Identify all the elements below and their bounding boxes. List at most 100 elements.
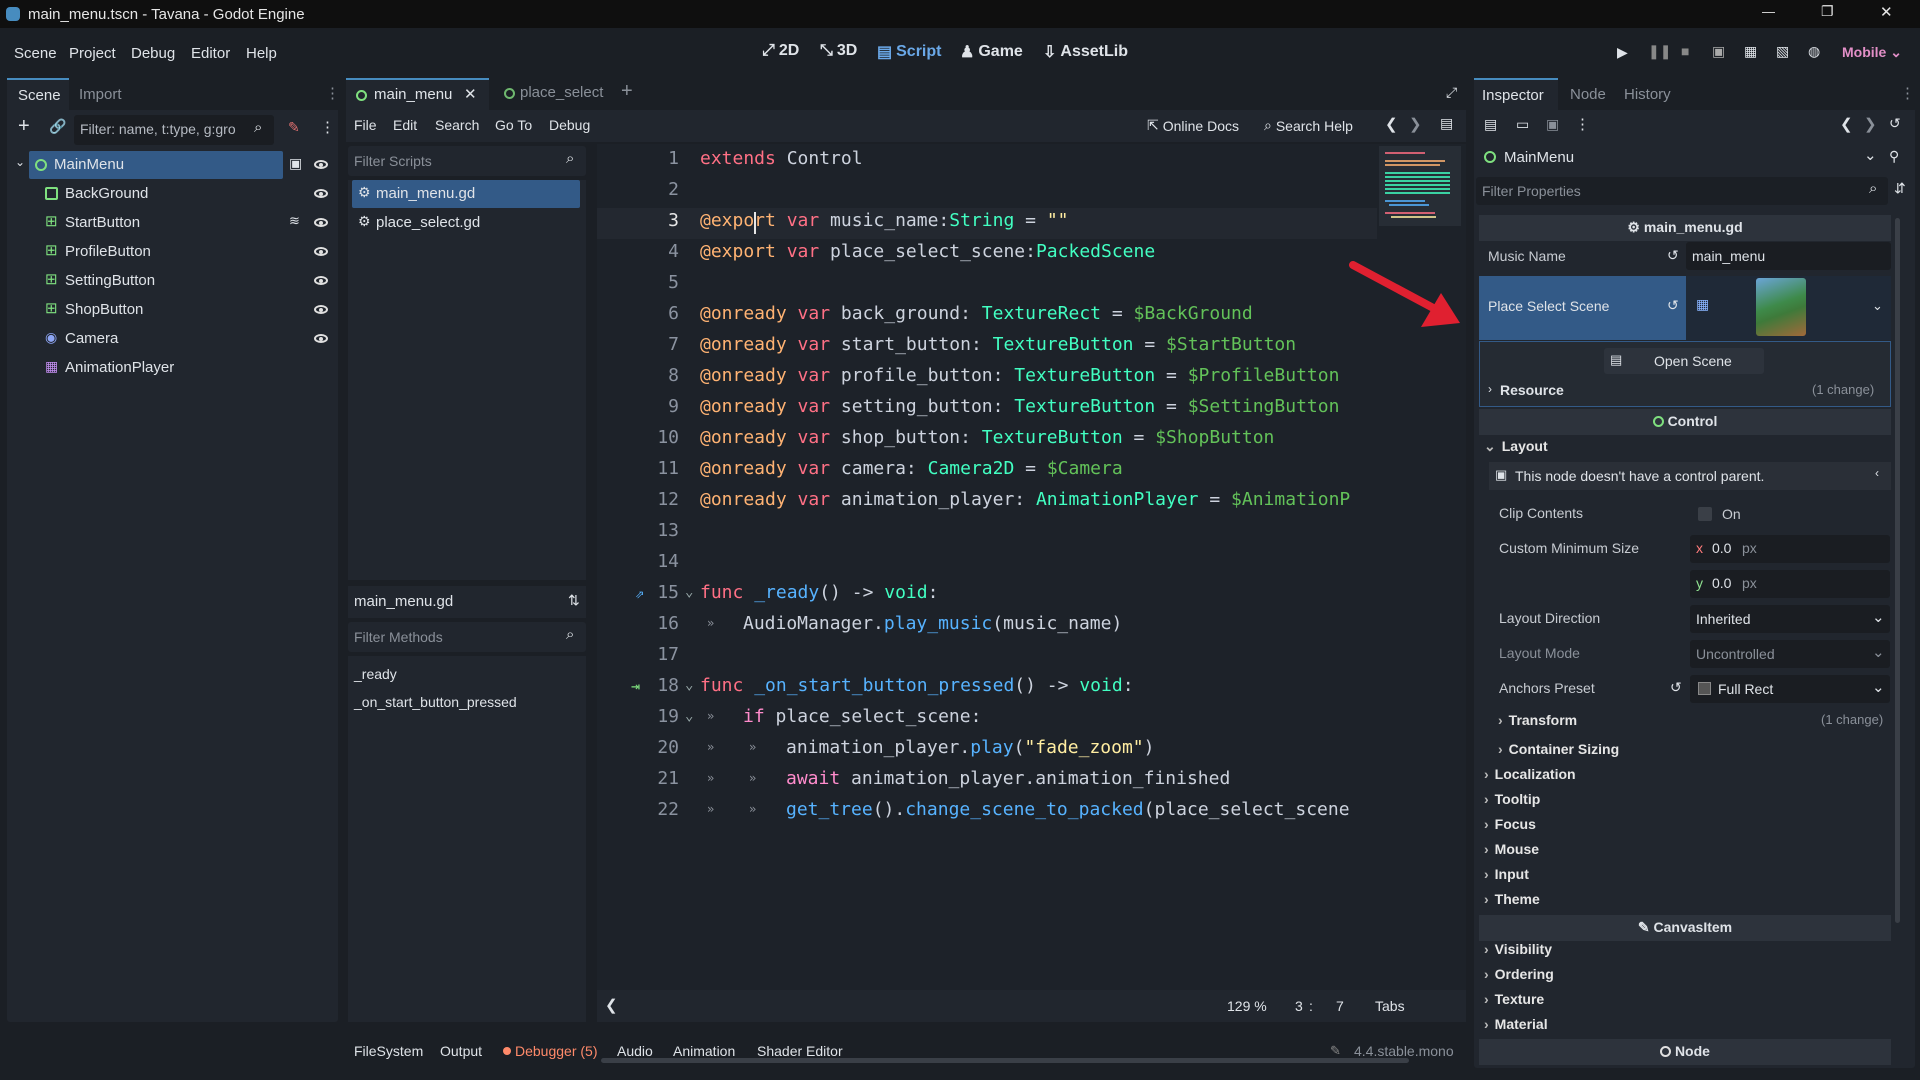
play-scene-icon[interactable]: ▦ xyxy=(1744,43,1757,60)
visibility-eye-icon[interactable] xyxy=(314,189,328,198)
theme-group[interactable]: › Theme xyxy=(1484,891,1540,907)
ordering-group[interactable]: › Ordering xyxy=(1484,966,1554,982)
signal-icon[interactable]: ≋ xyxy=(289,213,300,229)
script-menu-debug[interactable]: Debug xyxy=(549,117,590,133)
restore-button[interactable]: ❐ xyxy=(1821,3,1834,20)
input-group[interactable]: › Input xyxy=(1484,866,1529,882)
remote-debug-icon[interactable]: ▣ xyxy=(1712,43,1725,60)
min-size-x-field[interactable]: x 0.0 px xyxy=(1690,535,1890,563)
revert-icon[interactable]: ↺ xyxy=(1670,679,1682,696)
tree-item-settingbutton[interactable]: ⊞ SettingButton xyxy=(7,267,338,295)
visibility-eye-icon[interactable] xyxy=(314,247,328,256)
fold-arrow-icon[interactable]: ⌄ xyxy=(685,584,693,600)
anchors-preset-select[interactable]: Full Rect ⌄ xyxy=(1690,675,1890,703)
connected-slot-icon[interactable]: ⇥ xyxy=(631,677,640,695)
code-editor[interactable]: 1 2 3 4 5 6 7 8 9 10 11 12 13 14 15 16 1… xyxy=(597,144,1466,1063)
script-menu-goto[interactable]: Go To xyxy=(495,117,532,133)
open-folder-icon[interactable]: ▭ xyxy=(1516,116,1529,133)
more-icon[interactable]: ⋮ xyxy=(1575,115,1590,133)
workspace-3d[interactable]: ⤡ 3D xyxy=(820,42,857,60)
scene-more-icon[interactable]: ⋮ xyxy=(320,118,335,136)
music-name-field[interactable]: main_menu xyxy=(1686,242,1891,270)
tab-node[interactable]: Node xyxy=(1570,86,1606,103)
visibility-eye-icon[interactable] xyxy=(314,218,328,227)
tab-audio[interactable]: Audio xyxy=(617,1043,653,1059)
script-item-place-select[interactable]: ⚙ place_select.gd xyxy=(352,209,580,237)
transform-group[interactable]: › Transform xyxy=(1498,712,1577,728)
toggle-scripts-panel-icon[interactable]: ❮ xyxy=(605,996,618,1014)
tree-item-background[interactable]: BackGround xyxy=(7,180,338,208)
add-tab-icon[interactable]: + xyxy=(621,80,633,103)
scene-filter-input[interactable]: Filter: name, t:type, g:gro ⌕ xyxy=(74,115,274,145)
online-docs-button[interactable]: ⇱ Online Docs xyxy=(1147,117,1239,134)
menu-help[interactable]: Help xyxy=(246,45,277,62)
play-custom-scene-icon[interactable]: ▧ xyxy=(1776,43,1789,60)
dock-menu-icon[interactable]: ⋮ xyxy=(325,84,340,102)
play-icon[interactable]: ▶ xyxy=(1617,44,1628,61)
menu-scene[interactable]: Scene xyxy=(14,45,57,62)
inspector-scrollbar[interactable] xyxy=(1895,218,1900,923)
tab-filesystem[interactable]: FileSystem xyxy=(354,1043,423,1059)
script-menu-search[interactable]: Search xyxy=(435,117,479,133)
distraction-free-icon[interactable]: ⤢ xyxy=(1446,84,1457,101)
tooltip-group[interactable]: › Tooltip xyxy=(1484,791,1540,807)
place-select-scene-row[interactable]: Place Select Scene ↺ ▦ ⌄ xyxy=(1479,276,1891,340)
history-back-icon[interactable]: ❮ xyxy=(1385,115,1398,133)
revert-icon[interactable]: ↺ xyxy=(1667,247,1679,264)
tree-item-profilebutton[interactable]: ⊞ ProfileButton xyxy=(7,238,338,266)
node-selector[interactable]: MainMenu ⌄ ⚲ xyxy=(1474,142,1915,172)
tab-import[interactable]: Import xyxy=(79,86,122,103)
history-forward-icon[interactable]: ❯ xyxy=(1409,115,1422,133)
filter-scripts-input[interactable]: Filter Scripts ⌕ xyxy=(348,146,586,176)
visibility-eye-icon[interactable] xyxy=(314,160,328,169)
tree-item-camera[interactable]: ◉ Camera xyxy=(7,325,338,353)
tree-item-animationplayer[interactable]: ▦ AnimationPlayer xyxy=(7,354,338,382)
history-back-icon[interactable]: ❮ xyxy=(1840,115,1853,133)
tab-main-menu[interactable]: main_menu ✕ xyxy=(346,78,489,110)
filter-options-icon[interactable]: ⇵ xyxy=(1894,180,1906,197)
tab-shader-editor[interactable]: Shader Editor xyxy=(757,1043,843,1059)
script-menu-file[interactable]: File xyxy=(354,117,377,133)
minimize-button[interactable]: — xyxy=(1762,4,1775,19)
close-button[interactable]: ✕ xyxy=(1880,3,1893,21)
link-icon[interactable]: 🔗 xyxy=(49,118,66,135)
visibility-eye-icon[interactable] xyxy=(314,276,328,285)
dock-menu-icon[interactable]: ⋮ xyxy=(1900,84,1915,102)
tree-item-mainmenu[interactable]: ⌄ MainMenu ▣ xyxy=(7,151,338,179)
method-item[interactable]: _ready xyxy=(354,666,397,682)
indent-mode[interactable]: Tabs xyxy=(1375,998,1405,1014)
sort-icon[interactable]: ⇅ xyxy=(568,592,580,609)
stop-icon[interactable]: ■ xyxy=(1681,43,1689,59)
menu-editor[interactable]: Editor xyxy=(191,45,230,62)
method-item[interactable]: _on_start_button_pressed xyxy=(354,694,517,710)
workspace-game[interactable]: ♟ Game xyxy=(960,42,1023,62)
resource-picker[interactable]: ▦ ⌄ xyxy=(1686,276,1891,340)
movie-maker-icon[interactable]: ◍ xyxy=(1808,43,1820,60)
save-icon[interactable]: ▣ xyxy=(1546,116,1559,133)
clip-contents-checkbox[interactable] xyxy=(1698,507,1712,521)
fold-arrow-icon[interactable]: ⌄ xyxy=(685,677,693,693)
focus-group[interactable]: › Focus xyxy=(1484,816,1536,832)
tab-output[interactable]: Output xyxy=(440,1043,482,1059)
visibility-eye-icon[interactable] xyxy=(314,334,328,343)
object-history-icon[interactable]: ↺ xyxy=(1889,115,1901,132)
layout-group[interactable]: ⌄ Layout xyxy=(1484,438,1548,455)
tab-history[interactable]: History xyxy=(1624,86,1671,103)
close-tab-icon[interactable]: ✕ xyxy=(464,85,477,103)
workspace-assetlib[interactable]: ⇩ AssetLib xyxy=(1043,42,1128,62)
layout-direction-select[interactable]: Inherited ⌄ xyxy=(1690,605,1890,633)
chevron-down-icon[interactable]: ⌄ xyxy=(1872,298,1883,314)
filter-properties-input[interactable]: Filter Properties ⌕ xyxy=(1476,177,1888,205)
tab-place-select[interactable]: place_select xyxy=(496,78,616,110)
visibility-group[interactable]: › Visibility xyxy=(1484,941,1552,957)
mouse-group[interactable]: › Mouse xyxy=(1484,841,1539,857)
add-node-icon[interactable]: + xyxy=(18,115,30,138)
workspace-script[interactable]: ▤ Script xyxy=(877,42,941,62)
pause-icon[interactable]: ❚❚ xyxy=(1648,43,1671,60)
new-resource-icon[interactable]: ▤ xyxy=(1484,116,1497,133)
filter-methods-input[interactable]: Filter Methods ⌕ xyxy=(348,622,586,652)
toggle-list-icon[interactable]: ▤ xyxy=(1440,115,1453,132)
node-pin-icon[interactable]: ⚲ xyxy=(1889,148,1899,165)
visibility-eye-icon[interactable] xyxy=(314,305,328,314)
workspace-2d[interactable]: ⤢ 2D xyxy=(762,42,799,60)
